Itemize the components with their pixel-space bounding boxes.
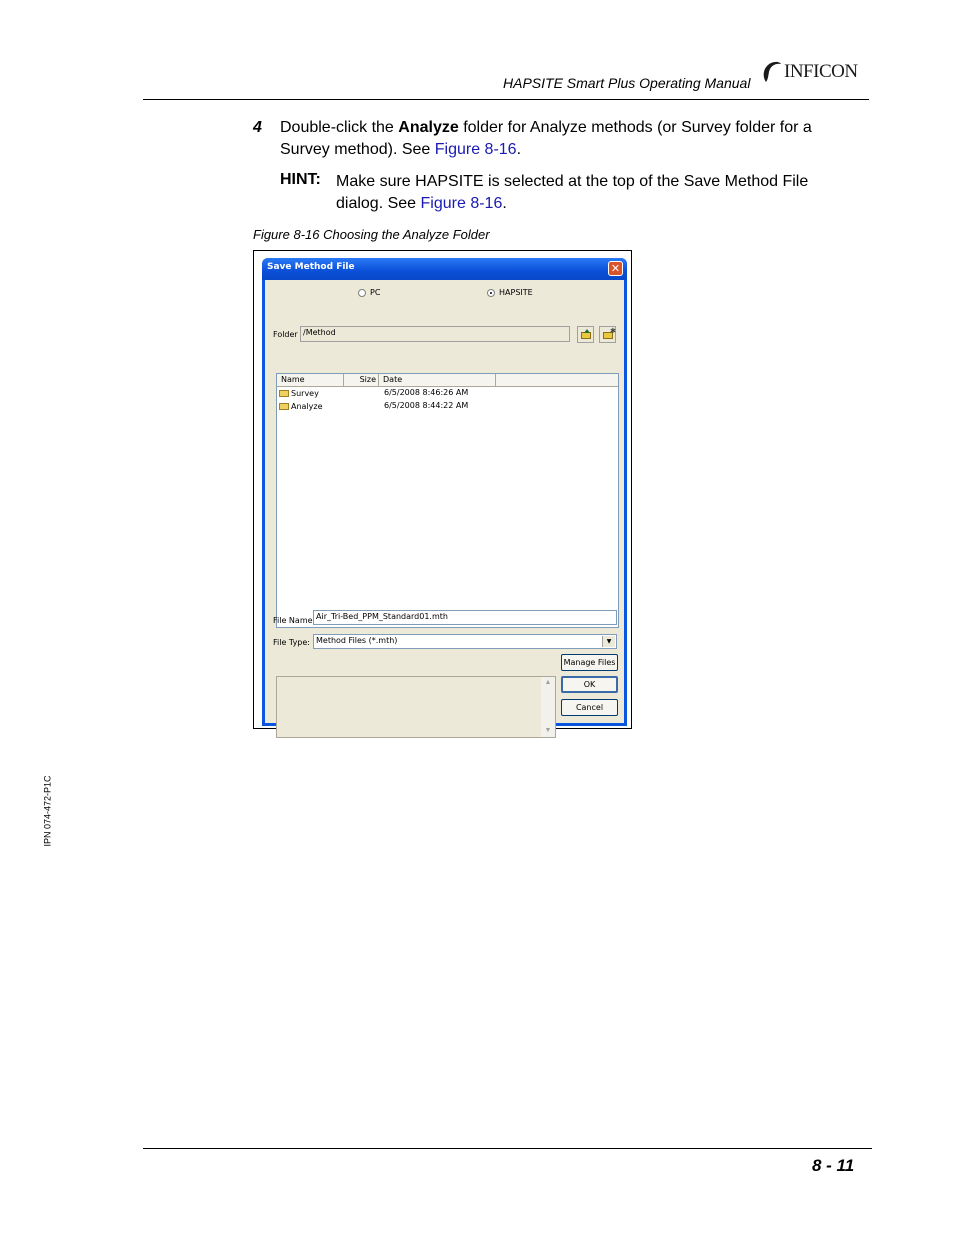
- document-code: IPN 074-472-P1C: [42, 775, 53, 847]
- radio-pc-circle-icon[interactable]: [358, 288, 366, 297]
- new-folder-star: ✱: [610, 328, 616, 335]
- header-rule: [143, 99, 869, 100]
- column-date[interactable]: Date: [379, 374, 496, 386]
- list-header: Name Size Date: [277, 374, 618, 387]
- radio-hapsite-circle-icon[interactable]: [487, 288, 495, 297]
- ok-button[interactable]: OK: [561, 676, 618, 693]
- chevron-down-icon[interactable]: ▼: [602, 636, 615, 647]
- inficon-logo-icon: [763, 61, 781, 82]
- dialog-titlebar: Save Method File ✕: [262, 258, 627, 280]
- column-blank: [496, 374, 618, 386]
- folder-field[interactable]: /Method: [300, 326, 570, 342]
- list-item[interactable]: Analyze: [279, 400, 323, 412]
- figure-caption: Figure 8-16 Choosing the Analyze Folder: [253, 227, 490, 242]
- footer-rule: [143, 1148, 872, 1149]
- folder-up-folder-shape: [581, 332, 591, 339]
- new-folder-icon[interactable]: ✱: [599, 326, 616, 343]
- folder-icon: [279, 389, 289, 397]
- step-text-before: Double-click the: [280, 119, 399, 136]
- hint-body: Make sure HAPSITE is selected at the top…: [336, 173, 809, 212]
- scroll-down-icon[interactable]: ▼: [542, 725, 554, 737]
- filetype-select[interactable]: Method Files (*.mth) ▼: [313, 634, 617, 649]
- filetype-value: Method Files (*.mth): [316, 636, 398, 645]
- hint-label: HINT:: [280, 171, 321, 188]
- step-figure-link[interactable]: Figure 8-16: [435, 141, 517, 158]
- inficon-logo: INFICON: [760, 59, 858, 85]
- hint-end: .: [502, 195, 507, 212]
- column-size[interactable]: Size: [344, 374, 379, 386]
- row-date: 6/5/2008 8:46:26 AM: [384, 388, 469, 397]
- step-number: 4: [253, 119, 262, 136]
- step-end: .: [516, 141, 522, 158]
- radio-pc-label: PC: [370, 288, 381, 297]
- logo-wordmark: INFICON: [784, 61, 858, 82]
- folder-label: Folder: [273, 330, 298, 339]
- hint-text: Make sure HAPSITE is selected at the top…: [336, 171, 856, 215]
- scroll-up-icon[interactable]: ▲: [542, 677, 554, 689]
- folder-up-icon[interactable]: [577, 326, 594, 343]
- step-bold: Analyze: [398, 119, 459, 136]
- save-method-dialog: Save Method File ✕ PC HAPSITE Folder /Me…: [262, 258, 627, 738]
- page-number: 8 - 11: [812, 1156, 855, 1175]
- dialog-title: Save Method File: [267, 262, 355, 272]
- message-scrollbar[interactable]: ▲ ▼: [541, 677, 555, 737]
- column-name[interactable]: Name: [277, 374, 344, 386]
- manage-files-button[interactable]: Manage Files: [561, 654, 618, 671]
- row-name: Survey: [291, 388, 319, 398]
- message-area: ▲ ▼: [276, 676, 556, 738]
- step-text: Double-click the Analyze folder for Anal…: [280, 117, 860, 161]
- radio-hapsite[interactable]: HAPSITE: [487, 288, 533, 297]
- file-listview[interactable]: Name Size Date Survey 6/5/2008 8:46:26 A…: [276, 373, 619, 628]
- folder-icon: [279, 402, 289, 410]
- folder-up-arrow: [584, 329, 590, 333]
- filetype-label: File Type:: [273, 638, 310, 647]
- hint-figure-link[interactable]: Figure 8-16: [421, 195, 503, 212]
- radio-hapsite-label: HAPSITE: [499, 288, 533, 297]
- close-icon[interactable]: ✕: [608, 261, 623, 276]
- dialog-body: PC HAPSITE Folder /Method ✱ Name Size Da…: [265, 280, 624, 738]
- filename-label: File Name:: [273, 616, 316, 625]
- radio-pc[interactable]: PC: [358, 288, 380, 297]
- manual-title: HAPSITE Smart Plus Operating Manual: [503, 75, 751, 91]
- cancel-button[interactable]: Cancel: [561, 699, 618, 716]
- row-name: Analyze: [291, 401, 323, 411]
- row-date: 6/5/2008 8:44:22 AM: [384, 401, 469, 410]
- list-item[interactable]: Survey: [279, 387, 319, 399]
- filename-input[interactable]: Air_Tri-Bed_PPM_Standard01.mth: [313, 610, 617, 625]
